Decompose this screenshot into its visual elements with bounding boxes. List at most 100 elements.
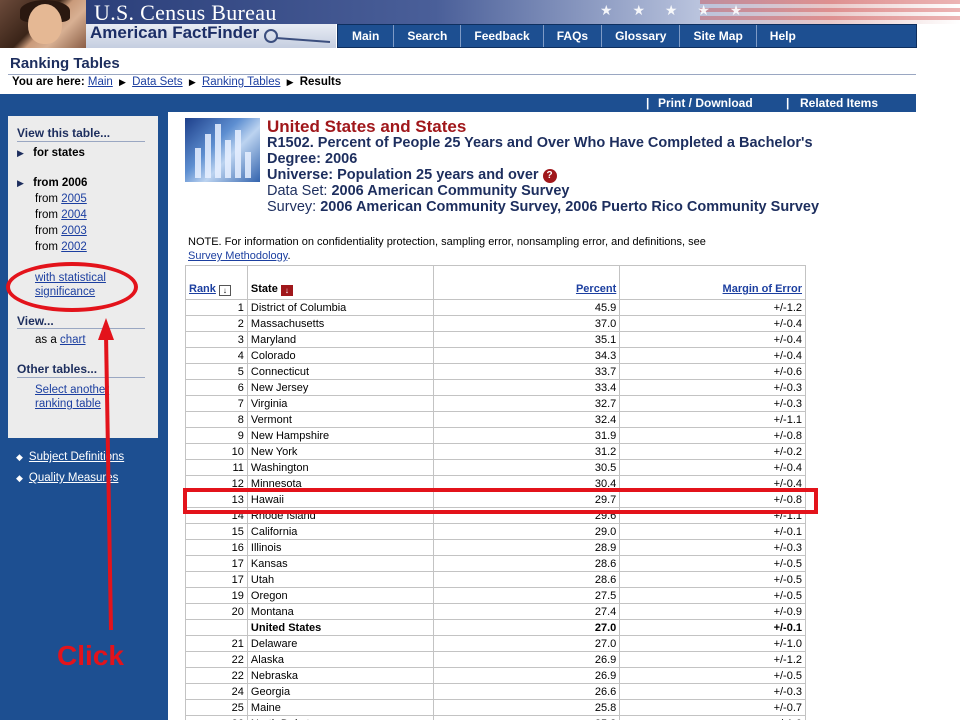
table-row: 17 Kansas 28.6 +/-0.5: [185, 555, 806, 572]
main-nav: Main Search Feedback FAQs Glossary Site …: [337, 24, 917, 48]
print-download-link[interactable]: Print / Download: [658, 94, 753, 112]
percent-cell: 26.6: [432, 683, 621, 700]
percent-cell: 27.4: [432, 603, 621, 620]
related-items-link[interactable]: Related Items: [800, 94, 878, 112]
nav-glossary[interactable]: Glossary: [602, 25, 681, 47]
header-photo: [0, 0, 86, 48]
percent-cell: 32.4: [432, 411, 621, 428]
nav-help[interactable]: Help: [757, 25, 809, 47]
year-2004-link[interactable]: 2004: [61, 209, 87, 221]
chart-link[interactable]: chart: [60, 334, 86, 346]
action-separator: |: [646, 96, 650, 110]
year-2003-link[interactable]: 2003: [61, 225, 87, 237]
rank-cell: 20: [185, 603, 248, 620]
table-row: 11 Washington 30.5 +/-0.4: [185, 459, 806, 476]
rank-cell: 11: [185, 459, 248, 476]
table-row: 7 Virginia 32.7 +/-0.3: [185, 395, 806, 412]
breadcrumb-ranking-tables[interactable]: Ranking Tables: [202, 76, 280, 88]
help-question-icon[interactable]: ?: [542, 169, 557, 183]
methodology-note: NOTE. For information on confidentiality…: [188, 236, 706, 262]
rank-cell: 21: [185, 635, 248, 652]
survey-methodology-link[interactable]: Survey Methodology: [188, 250, 287, 262]
table-row: 21 Delaware 27.0 +/-1.0: [185, 635, 806, 652]
breadcrumb-main[interactable]: Main: [88, 76, 113, 88]
sidebar-year-link: from 2003: [35, 225, 87, 237]
moe-cell: +/-0.1: [619, 619, 806, 636]
table-row: 3 Maryland 35.1 +/-0.4: [185, 331, 806, 348]
american-factfinder-logo-text[interactable]: American FactFinder: [90, 23, 259, 43]
state-cell: United States: [246, 619, 434, 636]
rank-cell: 7: [185, 395, 248, 412]
rank-cell: 22: [185, 651, 248, 668]
sort-arrow-icon[interactable]: ↓: [218, 285, 231, 296]
year-2002-link[interactable]: 2002: [61, 241, 87, 253]
moe-cell: +/-0.5: [619, 587, 806, 604]
sidebar-year-link: from 2002: [35, 241, 87, 253]
rank-cell: 25: [185, 699, 248, 716]
sidebar-for-states[interactable]: ▶ for states: [17, 147, 85, 159]
state-cell: Kansas: [246, 555, 434, 572]
rank-cell: 1: [185, 299, 248, 316]
rank-cell: 6: [185, 379, 248, 396]
state-cell: Alaska: [246, 651, 434, 668]
percent-cell: 27.5: [432, 587, 621, 604]
highlight-box: [183, 488, 818, 514]
percent-cell: 25.8: [432, 715, 621, 720]
sort-arrow-icon[interactable]: ↓: [280, 285, 293, 296]
percent-cell: 31.2: [432, 443, 621, 460]
state-cell: Utah: [246, 571, 434, 588]
sidebar-divider: [17, 377, 145, 378]
rank-cell: 10: [185, 443, 248, 460]
rank-cell: 17: [185, 555, 248, 572]
moe-cell: +/-0.9: [619, 603, 806, 620]
state-cell: Massachusetts: [246, 315, 434, 332]
moe-cell: +/-0.5: [619, 555, 806, 572]
percent-cell: 30.5: [432, 459, 621, 476]
rank-cell: 2: [185, 315, 248, 332]
view-as-chart: as a chart: [35, 334, 86, 346]
triangle-right-icon: ▶: [17, 178, 24, 188]
rank-cell: 5: [185, 363, 248, 380]
moe-column-header[interactable]: Margin of Error: [619, 265, 806, 300]
rank-cell: 15: [185, 523, 248, 540]
nav-site-map[interactable]: Site Map: [680, 25, 757, 47]
photo-face: [28, 4, 62, 44]
moe-cell: +/-0.3: [619, 683, 806, 700]
state-column-header[interactable]: State ↓: [246, 265, 434, 300]
nav-feedback[interactable]: Feedback: [461, 25, 544, 47]
survey-line: Survey: 2006 American Community Survey, …: [267, 199, 820, 215]
rank-column-header[interactable]: Rank ↓: [185, 265, 248, 300]
state-cell: Montana: [246, 603, 434, 620]
bullet-icon: ◆: [16, 452, 23, 462]
nav-search[interactable]: Search: [394, 25, 462, 47]
rank-cell: 3: [185, 331, 248, 348]
table-row: 20 Montana 27.4 +/-0.9: [185, 603, 806, 620]
table-row: 10 New York 31.2 +/-0.2: [185, 443, 806, 460]
nav-main[interactable]: Main: [338, 25, 395, 47]
sidebar-year-link: from 2004: [35, 209, 87, 221]
moe-cell: +/-0.4: [619, 347, 806, 364]
percent-cell: 27.0: [432, 635, 621, 652]
nav-faqs[interactable]: FAQs: [544, 25, 603, 47]
sidebar-divider: [17, 141, 145, 142]
percent-cell: 37.0: [432, 315, 621, 332]
table-row: 19 Oregon 27.5 +/-0.5: [185, 587, 806, 604]
percent-column-header[interactable]: Percent: [432, 265, 621, 300]
breadcrumb-data-sets[interactable]: Data Sets: [132, 76, 183, 88]
percent-cell: 27.0: [432, 619, 621, 636]
moe-cell: +/-1.0: [619, 715, 806, 720]
moe-cell: +/-0.2: [619, 443, 806, 460]
table-row: 1 District of Columbia 45.9 +/-1.2: [185, 299, 806, 316]
year-2005-link[interactable]: 2005: [61, 193, 87, 205]
state-cell: Connecticut: [246, 363, 434, 380]
state-cell: Washington: [246, 459, 434, 476]
view-table-heading: View this table...: [17, 126, 111, 140]
rank-cell: 17: [185, 571, 248, 588]
table-header-row: Rank ↓ State ↓ Percent Margin of Error: [185, 265, 806, 300]
highlight-ellipse: [6, 262, 138, 312]
breadcrumb-separator-icon: ▶: [286, 77, 294, 87]
moe-cell: +/-0.4: [619, 331, 806, 348]
moe-cell: +/-1.0: [619, 635, 806, 652]
breadcrumb-separator-icon: ▶: [119, 77, 126, 87]
state-cell: Oregon: [246, 587, 434, 604]
